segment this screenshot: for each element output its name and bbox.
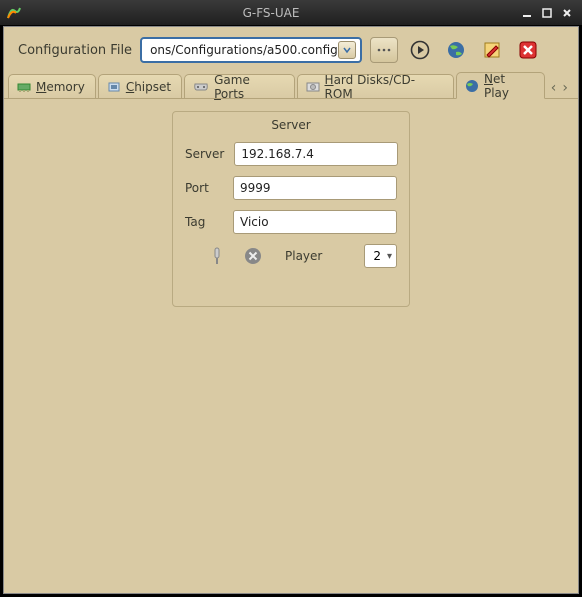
player-select[interactable]: 2 ▾ xyxy=(364,244,397,268)
chevron-down-icon: ▾ xyxy=(387,251,392,262)
delete-button[interactable] xyxy=(514,37,542,63)
window-title: G-FS-UAE xyxy=(22,6,520,20)
plug-icon xyxy=(210,247,224,265)
config-file-value: ons/Configurations/a500.config xyxy=(150,43,338,57)
connect-button[interactable] xyxy=(207,246,227,266)
server-label: Server xyxy=(185,147,224,161)
tab-bar: Memory Chipset Game Ports Hard Disks/CD-… xyxy=(4,71,578,99)
maximize-button[interactable] xyxy=(540,6,554,20)
tab-label: Chipset xyxy=(126,80,171,94)
app-icon xyxy=(6,5,22,21)
titlebar: G-FS-UAE xyxy=(0,0,582,26)
tab-net-play[interactable]: Net Play xyxy=(456,72,545,99)
client-area: Configuration File ons/Configurations/a5… xyxy=(3,26,579,594)
tab-label: Game Ports xyxy=(214,73,283,101)
memory-icon xyxy=(17,81,31,93)
tab-scroll-left[interactable]: ‹ xyxy=(551,80,557,96)
ellipsis-icon xyxy=(377,47,391,53)
edit-button[interactable] xyxy=(478,37,506,63)
app-window: G-FS-UAE Configuration File ons/Configur… xyxy=(0,0,582,597)
cancel-button[interactable] xyxy=(243,246,263,266)
tab-hard-disks[interactable]: Hard Disks/CD-ROM xyxy=(297,74,454,98)
netplay-icon xyxy=(465,79,479,93)
server-input[interactable] xyxy=(234,142,398,166)
action-row: Player 2 ▾ xyxy=(185,244,397,268)
play-icon xyxy=(410,40,430,60)
player-value: 2 xyxy=(373,249,381,263)
globe-button[interactable] xyxy=(442,37,470,63)
tab-content: Server Server Port Tag xyxy=(4,99,578,593)
port-row: Port xyxy=(185,176,397,200)
play-button[interactable] xyxy=(406,37,434,63)
tab-scroll: ‹ › xyxy=(547,80,574,98)
globe-icon xyxy=(446,40,466,60)
tab-label: Memory xyxy=(36,80,85,94)
tag-input[interactable] xyxy=(233,210,397,234)
toolbar: Configuration File ons/Configurations/a5… xyxy=(4,27,578,71)
tab-game-ports[interactable]: Game Ports xyxy=(184,74,294,98)
tag-row: Tag xyxy=(185,210,397,234)
minimize-button[interactable] xyxy=(520,6,534,20)
chipset-icon xyxy=(107,81,121,93)
port-input[interactable] xyxy=(233,176,397,200)
panel-title: Server xyxy=(185,118,397,132)
port-label: Port xyxy=(185,181,223,195)
config-file-label: Configuration File xyxy=(18,43,132,58)
cancel-icon xyxy=(244,247,262,265)
close-button[interactable] xyxy=(560,6,574,20)
window-buttons xyxy=(520,6,574,20)
config-file-combo[interactable]: ons/Configurations/a500.config xyxy=(140,37,362,63)
chevron-down-icon xyxy=(338,41,356,59)
player-label: Player xyxy=(285,249,322,263)
gameports-icon xyxy=(193,81,209,93)
tab-label: Hard Disks/CD-ROM xyxy=(325,73,443,101)
tab-chipset[interactable]: Chipset xyxy=(98,74,182,98)
tab-memory[interactable]: Memory xyxy=(8,74,96,98)
browse-button[interactable] xyxy=(370,37,398,63)
tab-label: Net Play xyxy=(484,72,534,100)
harddisk-icon xyxy=(306,81,320,93)
server-panel: Server Server Port Tag xyxy=(172,111,410,307)
tab-scroll-right[interactable]: › xyxy=(562,80,568,96)
tag-label: Tag xyxy=(185,215,223,229)
server-row: Server xyxy=(185,142,397,166)
delete-icon xyxy=(518,40,538,60)
edit-icon xyxy=(482,40,502,60)
